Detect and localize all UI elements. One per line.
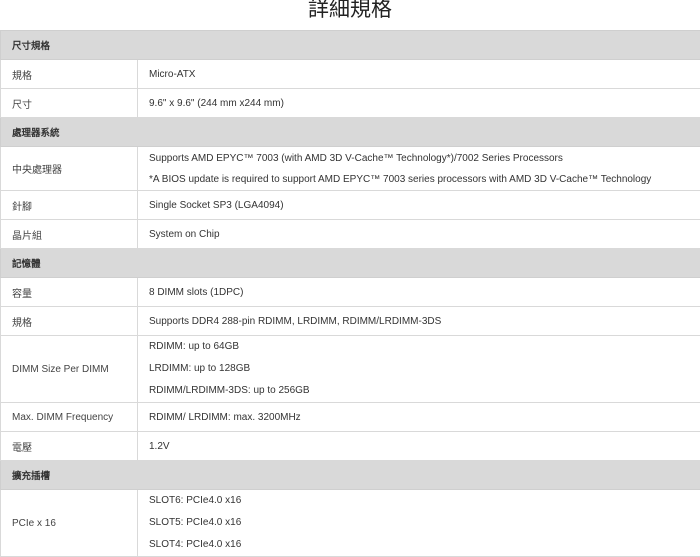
spec-value-line: Supports DDR4 288-pin RDIMM, LRDIMM, RDI…: [149, 316, 700, 327]
spec-value-line: 9.6" x 9.6" (244 mm x244 mm): [149, 98, 700, 109]
spec-value-line: *A BIOS update is required to support AM…: [149, 169, 700, 190]
section-title: 記憶體: [1, 249, 700, 278]
spec-value-line: Supports AMD EPYC™ 7003 (with AMD 3D V-C…: [149, 148, 700, 169]
spec-label: PCIe x 16: [1, 490, 138, 557]
spec-value: Micro-ATX: [138, 60, 700, 89]
spec-value: Supports AMD EPYC™ 7003 (with AMD 3D V-C…: [138, 147, 700, 191]
section-header-size: 尺寸規格: [1, 31, 700, 60]
spec-label: Max. DIMM Frequency: [1, 403, 138, 432]
spec-table: 尺寸規格 規格 Micro-ATX 尺寸 9.6" x 9.6" (244 mm…: [0, 30, 700, 557]
page-title: 詳細規格: [0, 0, 700, 22]
spec-row: 針腳 Single Socket SP3 (LGA4094): [1, 191, 700, 220]
spec-value-line: 1.2V: [149, 441, 700, 452]
spec-value: 8 DIMM slots (1DPC): [138, 278, 700, 307]
spec-row: 中央處理器 Supports AMD EPYC™ 7003 (with AMD …: [1, 147, 700, 191]
spec-row: 容量 8 DIMM slots (1DPC): [1, 278, 700, 307]
spec-label: 晶片組: [1, 220, 138, 249]
spec-value-line: LRDIMM: up to 128GB: [149, 358, 700, 380]
spec-value-line: System on Chip: [149, 229, 700, 240]
spec-label: 中央處理器: [1, 147, 138, 191]
spec-row: 尺寸 9.6" x 9.6" (244 mm x244 mm): [1, 89, 700, 118]
spec-value: SLOT6: PCIe4.0 x16 SLOT5: PCIe4.0 x16 SL…: [138, 490, 700, 557]
spec-value: Single Socket SP3 (LGA4094): [138, 191, 700, 220]
spec-label: 規格: [1, 60, 138, 89]
spec-value-line: SLOT6: PCIe4.0 x16: [149, 490, 700, 512]
spec-label: 容量: [1, 278, 138, 307]
spec-row: PCIe x 16 SLOT6: PCIe4.0 x16 SLOT5: PCIe…: [1, 490, 700, 557]
section-header-expansion: 擴充插槽: [1, 461, 700, 490]
spec-row: 電壓 1.2V: [1, 432, 700, 461]
section-header-processor: 處理器系統: [1, 118, 700, 147]
spec-row: DIMM Size Per DIMM RDIMM: up to 64GB LRD…: [1, 336, 700, 403]
spec-value: 9.6" x 9.6" (244 mm x244 mm): [138, 89, 700, 118]
spec-label: 尺寸: [1, 89, 138, 118]
spec-label: DIMM Size Per DIMM: [1, 336, 138, 403]
section-title: 尺寸規格: [1, 31, 700, 60]
spec-value: System on Chip: [138, 220, 700, 249]
spec-value: Supports DDR4 288-pin RDIMM, LRDIMM, RDI…: [138, 307, 700, 336]
spec-value-line: RDIMM: up to 64GB: [149, 336, 700, 358]
spec-value: RDIMM: up to 64GB LRDIMM: up to 128GB RD…: [138, 336, 700, 403]
spec-value-line: 8 DIMM slots (1DPC): [149, 287, 700, 298]
spec-value-line: Micro-ATX: [149, 69, 700, 80]
section-title: 處理器系統: [1, 118, 700, 147]
spec-value: 1.2V: [138, 432, 700, 461]
spec-row: 規格 Micro-ATX: [1, 60, 700, 89]
spec-row: Max. DIMM Frequency RDIMM/ LRDIMM: max. …: [1, 403, 700, 432]
spec-value-line: Single Socket SP3 (LGA4094): [149, 200, 700, 211]
spec-value-line: RDIMM/LRDIMM-3DS: up to 256GB: [149, 380, 700, 402]
spec-label: 針腳: [1, 191, 138, 220]
spec-label: 規格: [1, 307, 138, 336]
spec-row: 規格 Supports DDR4 288-pin RDIMM, LRDIMM, …: [1, 307, 700, 336]
spec-value-line: SLOT5: PCIe4.0 x16: [149, 512, 700, 534]
section-header-memory: 記憶體: [1, 249, 700, 278]
spec-label: 電壓: [1, 432, 138, 461]
spec-value-line: SLOT4: PCIe4.0 x16: [149, 534, 700, 556]
spec-value-line: RDIMM/ LRDIMM: max. 3200MHz: [149, 412, 700, 423]
section-title: 擴充插槽: [1, 461, 700, 490]
spec-value: RDIMM/ LRDIMM: max. 3200MHz: [138, 403, 700, 432]
spec-row: 晶片組 System on Chip: [1, 220, 700, 249]
